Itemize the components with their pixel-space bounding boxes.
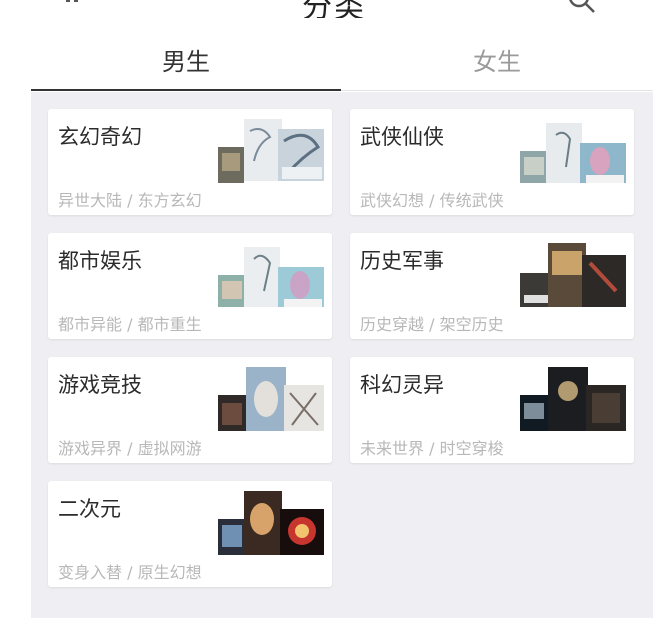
book-covers-thumbnail [218,117,326,185]
category-card-youxi[interactable]: 游戏竞技 游戏异界 / 虚拟网游 [48,357,332,463]
search-icon[interactable] [568,0,596,14]
tab-divider [341,90,653,91]
category-subtitle: 武侠幻想 / 传统武侠 [360,191,504,210]
book-covers-thumbnail [218,489,326,557]
category-title: 都市娱乐 [58,249,142,273]
category-title: 二次元 [58,497,121,521]
book-covers-thumbnail [520,117,628,185]
category-title: 武侠仙侠 [360,125,444,149]
category-subtitle: 变身入替 / 原生幻想 [58,563,202,582]
book-covers-thumbnail [218,241,326,309]
gender-tabs: 男生 女生 [0,18,668,92]
category-card-lishi[interactable]: 历史军事 历史穿越 / 架空历史 [350,233,634,339]
category-title: 游戏竞技 [58,373,142,397]
book-covers-thumbnail [218,365,326,433]
category-subtitle: 异世大陆 / 东方玄幻 [58,191,202,210]
category-subtitle: 未来世界 / 时空穿梭 [360,439,504,458]
top-bar: 分类 [0,0,668,18]
book-covers-thumbnail [520,365,628,433]
category-title: 科幻灵异 [360,373,444,397]
tab-female[interactable]: 女生 [422,42,572,77]
category-subtitle: 历史穿越 / 架空历史 [360,315,504,334]
category-title: 玄幻奇幻 [58,125,142,149]
book-covers-thumbnail [520,241,628,309]
category-card-erciyuan[interactable]: 二次元 变身入替 / 原生幻想 [48,481,332,587]
category-subtitle: 都市异能 / 都市重生 [58,315,202,334]
category-card-xuanhuan[interactable]: 玄幻奇幻 异世大陆 / 东方玄幻 [48,109,332,215]
tab-male[interactable]: 男生 [111,42,261,77]
category-title: 历史军事 [360,249,444,273]
category-card-kehuan[interactable]: 科幻灵异 未来世界 / 时空穿梭 [350,357,634,463]
active-tab-indicator [31,89,341,91]
category-card-dushi[interactable]: 都市娱乐 都市异能 / 都市重生 [48,233,332,339]
category-subtitle: 游戏异界 / 虚拟网游 [58,439,202,458]
category-grid: 玄幻奇幻 异世大陆 / 东方玄幻 武侠仙侠 武侠幻想 / 传统武侠 都市娱乐 都… [31,92,653,618]
category-card-wuxia[interactable]: 武侠仙侠 武侠幻想 / 传统武侠 [350,109,634,215]
